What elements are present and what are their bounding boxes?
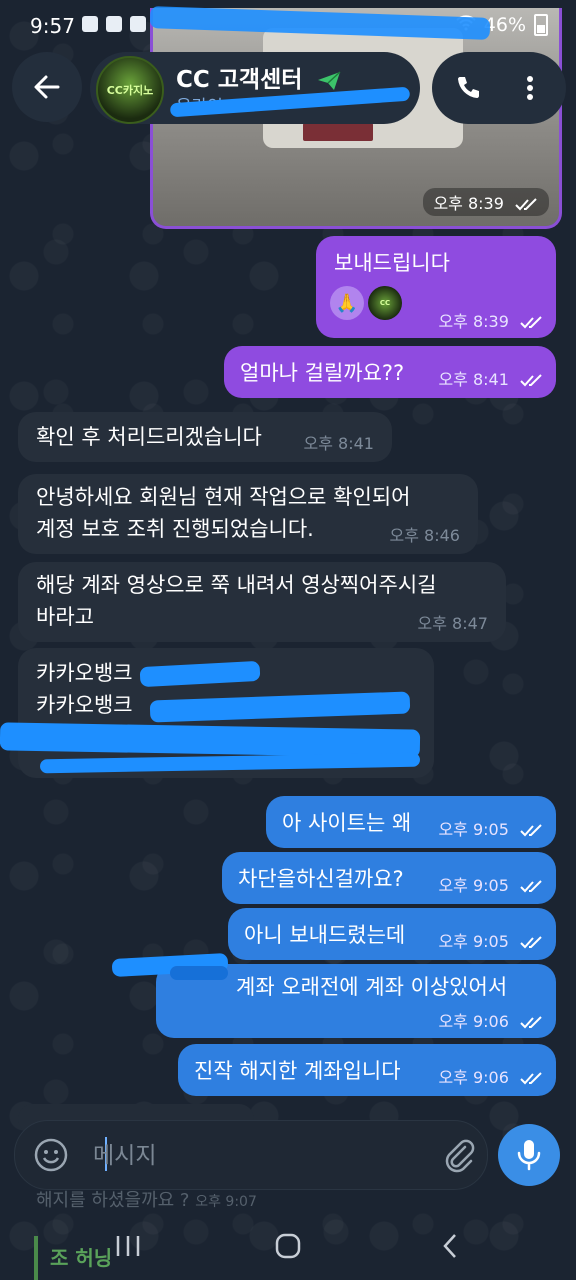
message-reactions[interactable]: 🙏 CC — [330, 286, 402, 320]
message-text: 얼마나 걸릴까요?? — [240, 361, 405, 385]
home-button[interactable] — [268, 1226, 308, 1266]
message-text-line: 카카오뱅크 — [36, 661, 133, 685]
redaction-mark — [170, 966, 228, 980]
voice-record-button[interactable] — [498, 1124, 560, 1186]
double-check-icon — [520, 823, 542, 836]
message-bubble-in[interactable]: 해당 계좌 영상으로 쭉 내려서 영상찍어주시길 바라고 오후 8:47 — [18, 562, 506, 642]
message-time: 오후 9:05 — [438, 816, 544, 840]
double-check-icon — [520, 1071, 542, 1084]
message-bubble-out[interactable]: 아 사이트는 왜 오후 9:05 — [266, 796, 556, 848]
reaction-avatar: CC — [368, 286, 402, 320]
message-text-line: 계정 보호 조취 진행되었습니다. — [36, 517, 314, 541]
message-bubble-out[interactable]: 아니 보내드렸는데 오후 9:05 — [228, 908, 556, 960]
double-check-icon — [520, 315, 542, 328]
double-check-icon — [520, 1015, 542, 1028]
avatar-logo-text: CC카지노 — [106, 84, 154, 97]
message-text: 확인 후 처리드리겠습니다 — [36, 425, 262, 449]
message-time: 오후 8:41 — [303, 434, 374, 453]
double-check-icon — [515, 197, 537, 210]
message-time: 오후 9:05 — [438, 872, 544, 896]
battery-percent: 46% — [483, 14, 526, 36]
message-time: 오후 9:05 — [438, 928, 544, 952]
message-bubble-out[interactable]: 진작 해지한 계좌입니다 오후 9:06 — [178, 1044, 556, 1096]
message-input-bar — [14, 1120, 488, 1190]
photo-detail — [303, 123, 373, 141]
pray-reaction[interactable]: 🙏 — [330, 286, 364, 320]
message-time: 오후 8:47 — [417, 614, 488, 633]
send-plane-icon — [318, 70, 341, 90]
recent-apps-icon — [116, 1236, 140, 1256]
system-navigation-bar — [0, 1208, 576, 1280]
message-bubble-in[interactable]: 안녕하세요 회원님 현재 작업으로 확인되어 계정 보호 조취 진행되었습니다.… — [18, 474, 478, 554]
message-text: 보내드립니다 — [334, 251, 450, 275]
message-bubble-out[interactable]: 얼마나 걸릴까요?? 오후 8:41 — [224, 346, 556, 398]
chevron-left-icon — [443, 1234, 456, 1258]
status-time: 9:57 — [30, 14, 75, 38]
message-time: 오후 8:39 — [438, 308, 544, 332]
microphone-icon — [517, 1140, 541, 1171]
call-button[interactable] — [450, 70, 486, 106]
system-back-button[interactable] — [430, 1226, 470, 1266]
message-time: 오후 9:06 — [438, 1008, 544, 1032]
double-check-icon — [520, 879, 542, 892]
status-notification-icons — [82, 16, 146, 32]
message-input[interactable] — [91, 1135, 425, 1177]
message-text: 차단을하신걸까요? — [238, 867, 404, 891]
paperclip-icon[interactable] — [441, 1137, 477, 1173]
message-bubble-in[interactable]: 확인 후 처리드리겠습니다 오후 8:41 — [18, 412, 392, 462]
image-message-time: 오후 8:39 — [423, 188, 549, 216]
arrow-left-icon — [34, 75, 60, 99]
message-text: 계좌 오래전에 계좌 이상있어서 — [236, 975, 508, 999]
double-check-icon — [520, 373, 542, 386]
more-vertical-icon — [527, 76, 533, 100]
message-text: 아 사이트는 왜 — [282, 811, 412, 835]
emoji-icon[interactable] — [33, 1137, 69, 1173]
message-text: 진작 해지한 계좌입니다 — [194, 1059, 401, 1083]
message-text-line: 해당 계좌 영상으로 쭉 내려서 영상찍어주시길 — [36, 573, 437, 597]
message-text: 아니 보내드렸는데 — [244, 923, 406, 947]
chat-header[interactable]: CC카지노 CC 고객센터 온라인 — [90, 52, 420, 124]
back-button[interactable] — [12, 52, 82, 122]
message-bubble-out[interactable]: 보내드립니다 🙏 CC 오후 8:39 — [316, 236, 556, 338]
more-menu-button[interactable] — [512, 70, 548, 106]
screenshot-icon — [106, 16, 122, 32]
double-check-icon — [520, 935, 542, 948]
gallery-icon — [82, 16, 98, 32]
check-icon — [130, 16, 146, 32]
battery-icon — [534, 14, 548, 36]
message-time: 오후 9:06 — [438, 1064, 544, 1088]
avatar[interactable]: CC카지노 — [96, 56, 164, 124]
message-time: 오후 8:46 — [389, 526, 460, 545]
home-icon — [275, 1233, 301, 1259]
header-actions — [432, 52, 566, 124]
message-bubble-out[interactable]: 차단을하신걸까요? 오후 9:05 — [222, 852, 556, 904]
message-text-line: 카카오뱅크 — [36, 693, 133, 717]
message-time: 오후 8:41 — [438, 366, 544, 390]
message-text-line: 바라고 — [36, 605, 94, 629]
phone-icon — [458, 77, 479, 98]
chat-title: CC 고객센터 — [176, 60, 342, 94]
recent-apps-button[interactable] — [108, 1226, 148, 1266]
message-text-line: 안녕하세요 회원님 현재 작업으로 확인되어 — [36, 485, 411, 509]
